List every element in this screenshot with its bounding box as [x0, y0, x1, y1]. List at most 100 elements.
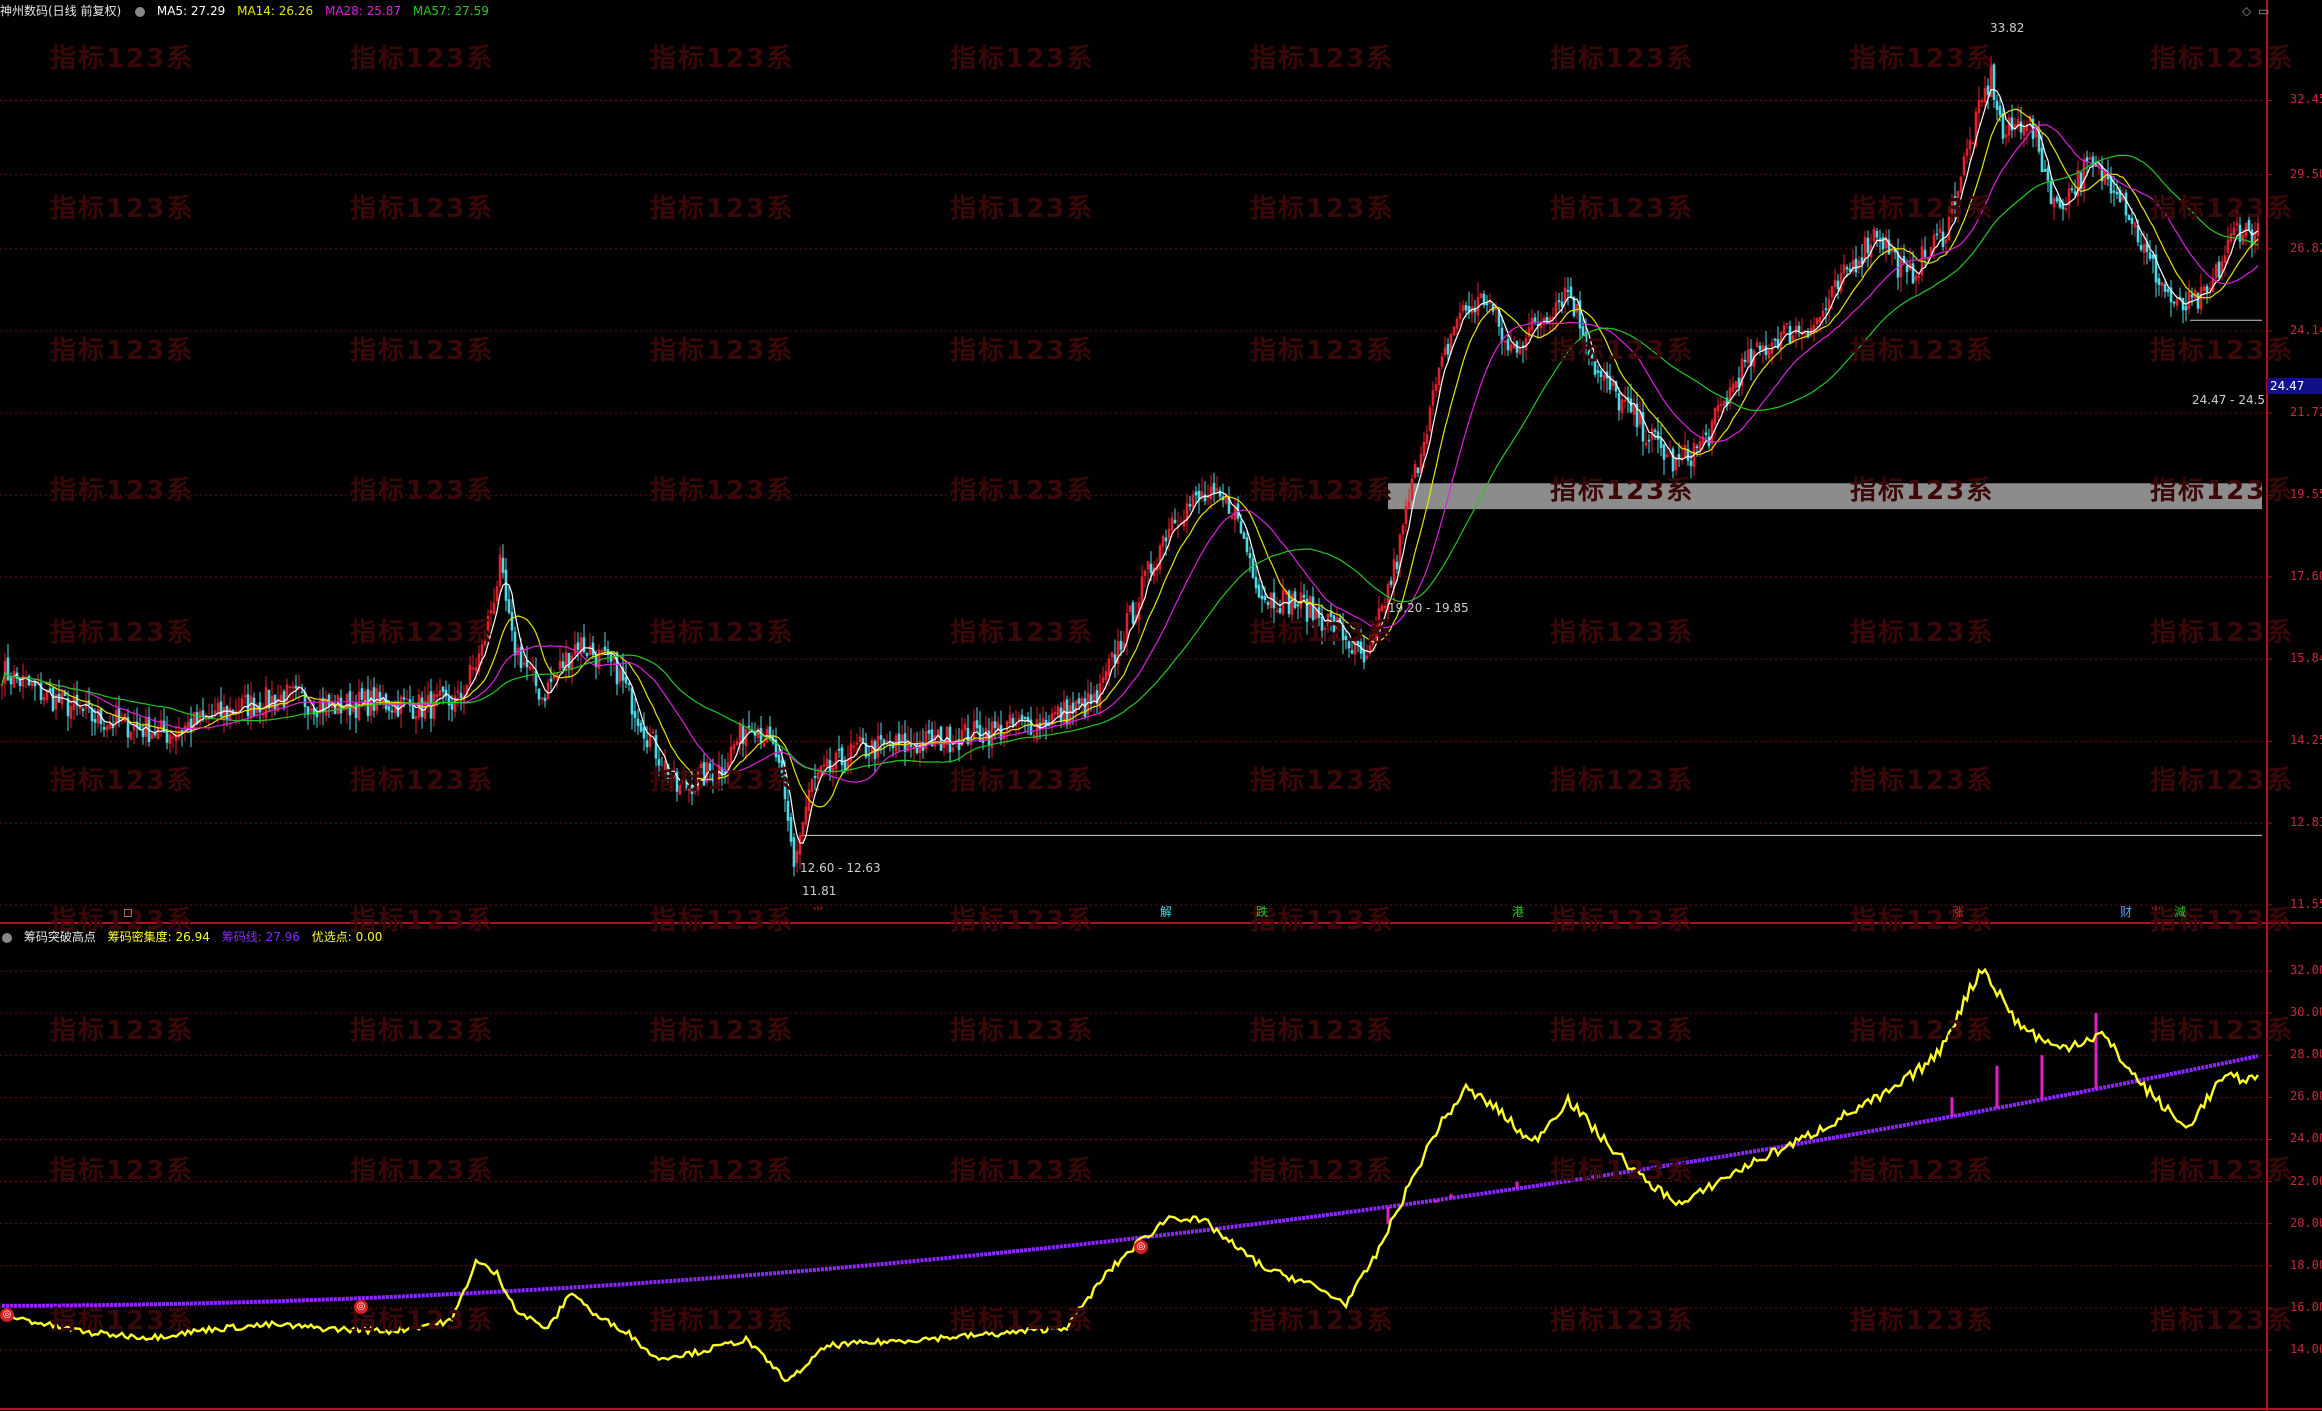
watermark-text: 指标123系: [2150, 336, 2295, 366]
candle: [1395, 561, 1399, 570]
candle: [1350, 650, 1354, 654]
candle: [1998, 105, 2002, 116]
watermark-text: 指标123系: [50, 1306, 195, 1336]
event-marker[interactable]: 涨: [1949, 904, 1967, 920]
watermark-text: 指标123系: [1550, 906, 1695, 936]
candle: [1020, 714, 1024, 721]
ma57-label: MA57: 27.59: [412, 4, 489, 18]
event-marker[interactable]: ⺌: [2147, 904, 2165, 920]
candle: [549, 678, 553, 683]
watermark-text: 指标123系: [50, 1016, 195, 1046]
watermark-text: 指标123系: [350, 336, 495, 366]
watermark-text: 指标123系: [650, 336, 795, 366]
chip-density-label: 筹码密集度: 26.94: [107, 930, 210, 944]
candle: [1560, 301, 1564, 307]
candle: [2217, 261, 2221, 278]
candle: [1986, 85, 1990, 95]
watermark-text: 指标123系: [950, 1016, 1095, 1046]
event-marker[interactable]: 港: [1509, 904, 1527, 920]
candle: [459, 692, 463, 699]
candle: [786, 800, 790, 821]
candle: [1260, 595, 1264, 600]
candle: [1242, 532, 1246, 539]
candle: [1464, 305, 1468, 311]
candle: [1848, 268, 1852, 272]
candle: [1362, 649, 1366, 663]
watermark-text: 指标123系: [1550, 476, 1695, 506]
restore-window-icon[interactable]: ▭: [2258, 4, 2269, 18]
candle: [390, 710, 394, 713]
candle: [561, 661, 565, 669]
candle: [1239, 521, 1243, 534]
candle: [348, 691, 352, 716]
ma57-line: [1, 154, 2259, 773]
candle: [537, 688, 541, 700]
candle: [1446, 343, 1450, 355]
watermark-text: 指标123系: [2150, 1306, 2295, 1336]
candle: [1257, 584, 1261, 598]
candle: [1245, 537, 1249, 553]
candle: [1131, 602, 1135, 624]
watermark-text: 指标123系: [50, 336, 195, 366]
price-axis-label: 21.72: [2290, 405, 2322, 420]
event-marker[interactable]: 減: [2171, 904, 2189, 920]
candle: [354, 702, 358, 718]
candle: [636, 718, 640, 726]
current-price-tag: 24.47: [2267, 378, 2322, 394]
candle: [1797, 325, 1801, 331]
event-marker[interactable]: ⺌: [809, 904, 827, 920]
watermark-text: 指标123系: [50, 618, 195, 648]
indicator-name[interactable]: 筹码突破高点: [24, 930, 96, 944]
candle: [1896, 252, 1900, 278]
watermark-text: 指标123系: [950, 476, 1095, 506]
candle: [2172, 301, 2176, 304]
indicator-gear-icon[interactable]: [2, 932, 12, 943]
candle: [1011, 717, 1015, 726]
candle: [585, 652, 589, 656]
candle: [360, 688, 364, 700]
event-marker[interactable]: ◻: [119, 904, 137, 920]
candle: [1836, 280, 1840, 289]
candle: [1251, 558, 1255, 578]
settings-gear-icon[interactable]: [135, 6, 146, 17]
high-price-label: 33.82: [1990, 21, 2025, 35]
watermark-text: 指标123系: [350, 476, 495, 506]
watermark-text: 指标123系: [950, 1306, 1095, 1336]
candle: [2070, 188, 2074, 191]
watermark-text: 指标123系: [350, 766, 495, 796]
candle: [837, 748, 841, 751]
price-axis-label: 19.55: [2290, 487, 2322, 502]
event-marker[interactable]: 解: [1157, 904, 1175, 920]
watermark-text: 指标123系: [650, 476, 795, 506]
candle: [102, 727, 106, 730]
candle: [1599, 370, 1603, 378]
signal-marker[interactable]: ◎: [0, 1307, 14, 1322]
candle: [1905, 266, 1909, 273]
watermark-text: 指标123系: [950, 1156, 1095, 1186]
signal-marker[interactable]: ◎: [1134, 1239, 1148, 1254]
candle: [1296, 604, 1300, 607]
price-axis-label: 11.55: [2290, 897, 2322, 911]
event-marker[interactable]: 跌: [1253, 904, 1271, 920]
price-axis-label: 17.60: [2290, 568, 2322, 583]
watermark-text: 指标123系: [1250, 906, 1395, 936]
candle: [927, 730, 931, 734]
stock-chart-window[interactable]: 指标123系 指标123系 指标123系 指标123系 指标123系 指标123系 指标12…: [0, 0, 2322, 1411]
watermark-text: 指标123系: [2150, 618, 2295, 648]
recent-range-label: 24.47 - 24.5: [2192, 393, 2266, 407]
stock-title[interactable]: 神州数码(日线 前复权): [0, 4, 121, 18]
watermark-text: 指标123系: [1250, 336, 1395, 366]
candle: [225, 705, 229, 720]
candle: [1653, 429, 1657, 432]
watermark-text: 指标123系: [2150, 44, 2295, 74]
candle: [300, 691, 304, 694]
price-axis-label: 29.50: [2290, 166, 2322, 181]
candle: [2151, 254, 2155, 259]
candle: [1743, 359, 1747, 362]
event-marker[interactable]: 财: [2117, 904, 2135, 920]
candle: [2139, 244, 2143, 250]
candle: [9, 677, 13, 685]
pin-diamond-icon[interactable]: ◇: [2242, 4, 2251, 18]
candle: [51, 687, 55, 711]
candle: [993, 721, 997, 728]
